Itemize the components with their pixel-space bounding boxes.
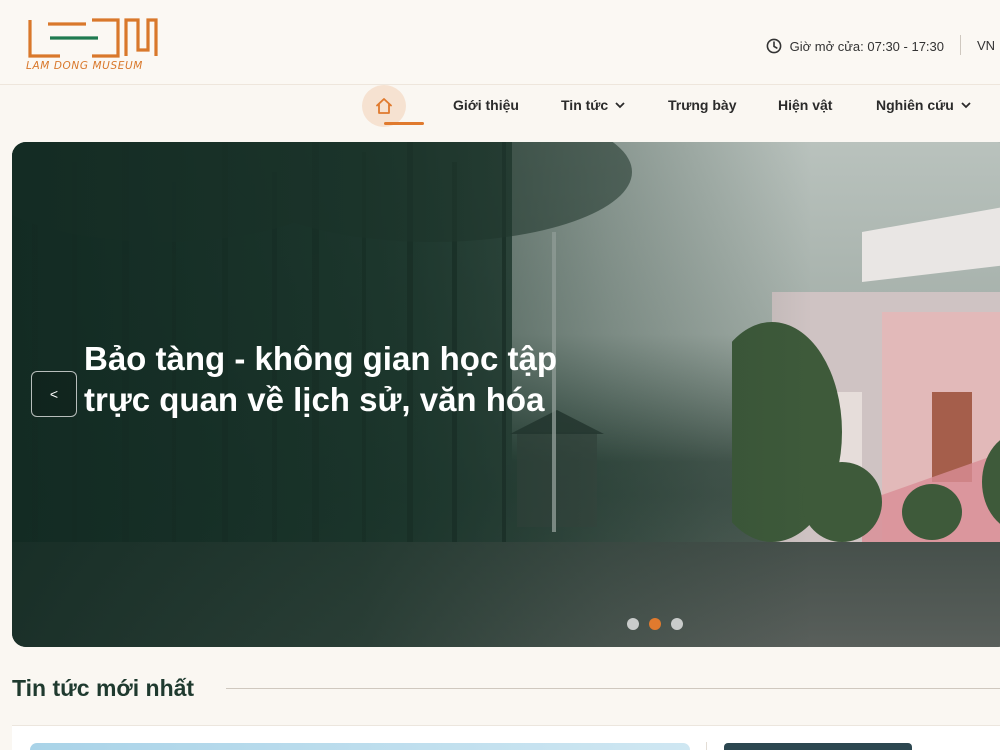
hero-prev-button[interactable]: < [31, 371, 77, 417]
slider-dot-2[interactable] [649, 618, 661, 630]
nav-item-label: Giới thiệu [453, 97, 519, 113]
chevron-down-icon [961, 102, 971, 109]
main-nav: Giới thiệu Tin tức Trưng bày Hiện vật Ng… [0, 85, 1000, 131]
news-card-image[interactable] [724, 743, 912, 750]
nav-item-tin-tuc[interactable]: Tin tức [561, 97, 626, 113]
latest-news-rule [226, 688, 1000, 689]
slider-dots [627, 618, 683, 630]
header: LAM DONG MUSEUM Giờ mở cửa: 07:30 - 17:3… [0, 0, 1000, 84]
language-switch[interactable]: VN [977, 38, 995, 53]
nav-item-label: Hiện vật [778, 97, 833, 113]
nav-home-button[interactable] [362, 85, 406, 127]
latest-news-heading: Tin tức mới nhất [12, 675, 195, 701]
slider-dot-1[interactable] [627, 618, 639, 630]
nav-item-nghien-cuu[interactable]: Nghiên cứu [876, 97, 972, 113]
nav-item-label: Trưng bày [668, 97, 737, 113]
logo-mark-icon [28, 18, 158, 58]
opening-hours: Giờ mở cửa: 07:30 - 17:30 [766, 36, 944, 56]
news-card-image[interactable] [30, 743, 690, 750]
home-icon [376, 98, 392, 114]
nav-item-label: Tin tức [561, 97, 609, 113]
hero-banner: Bảo tàng - không gian học tập trực quan … [12, 142, 1000, 647]
logo-text: LAM DONG MUSEUM [26, 60, 143, 72]
nav-item-label: Nghiên cứu [876, 97, 954, 113]
slider-dot-3[interactable] [671, 618, 683, 630]
header-divider [960, 35, 961, 55]
nav-item-trung-bay[interactable]: Trưng bày [668, 97, 736, 113]
nav-item-hien-vat[interactable]: Hiện vật [778, 97, 832, 113]
opening-hours-text: Giờ mở cửa: 07:30 - 17:30 [789, 38, 944, 54]
nav-active-indicator [384, 122, 424, 125]
logo[interactable]: LAM DONG MUSEUM [26, 16, 158, 76]
hero-title: Bảo tàng - không gian học tập trực quan … [84, 340, 557, 418]
news-card-divider [706, 742, 707, 750]
chevron-down-icon [615, 102, 625, 109]
nav-item-gioi-thieu[interactable]: Giới thiệu [453, 97, 519, 113]
clock-icon [766, 38, 782, 54]
